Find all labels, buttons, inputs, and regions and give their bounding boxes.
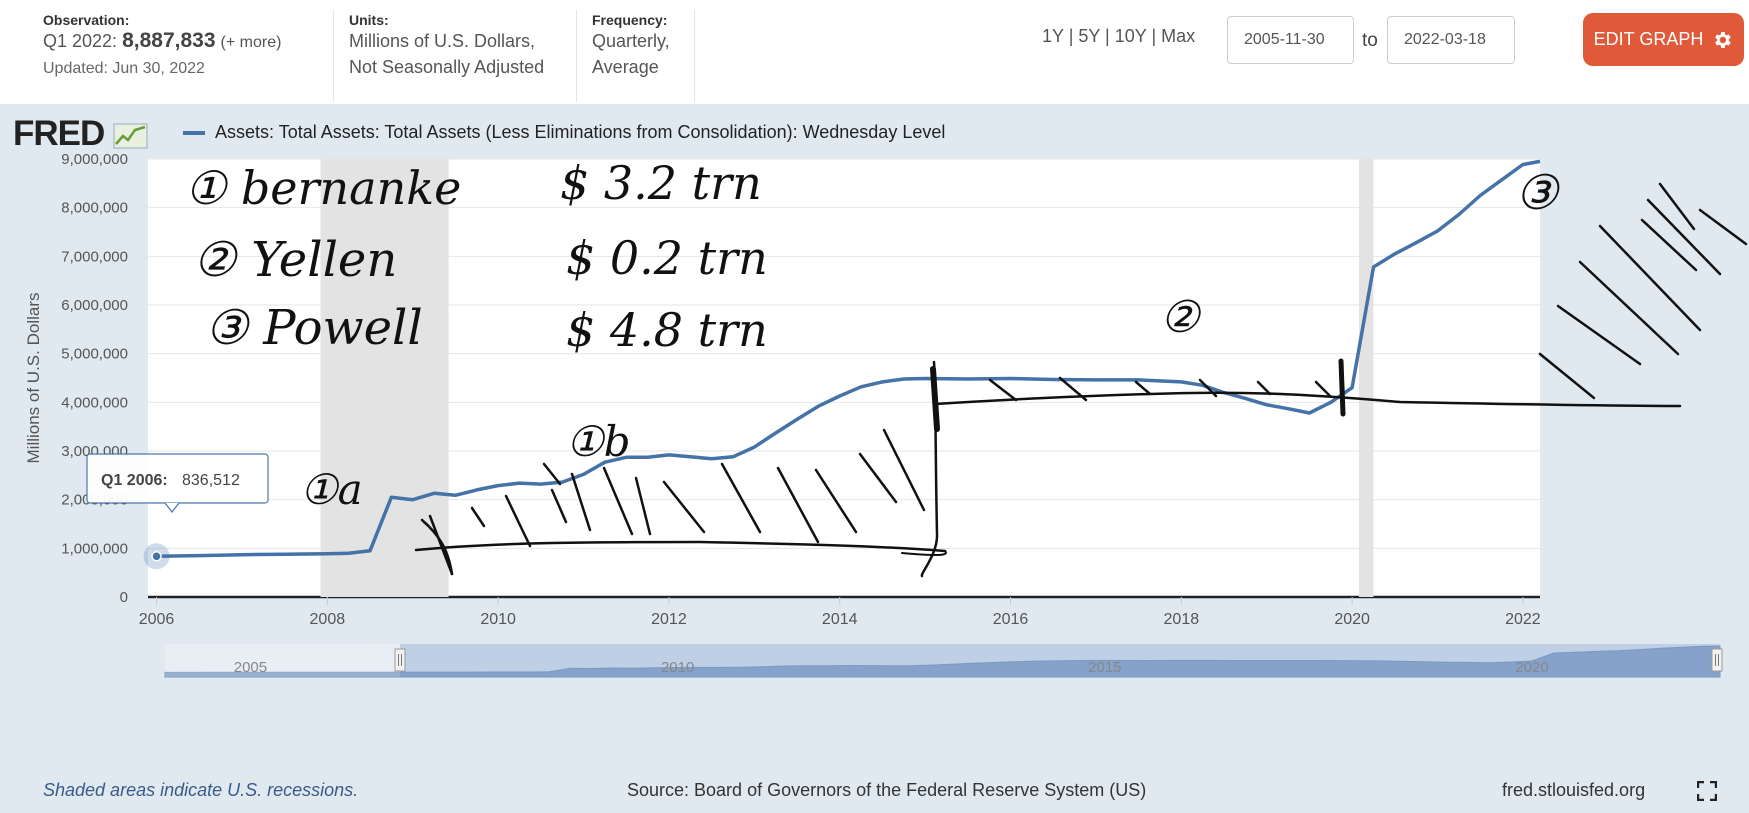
updated-text: Updated: Jun 30, 2022 (43, 60, 205, 77)
date-to-input[interactable]: 2022-03-18 (1387, 16, 1515, 64)
annotation-3: ③ (1515, 165, 1561, 221)
navigator-handle[interactable] (394, 648, 406, 672)
annotation-yellen: ② Yellen (193, 232, 397, 288)
annotation-2: ② (1160, 292, 1202, 343)
divider (694, 10, 695, 102)
annotation-4-8-trn: $ 4.8 trn (566, 303, 768, 357)
frequency-line1: Quarterly, (592, 31, 670, 51)
y-tick-label: 5,000,000 (61, 346, 128, 363)
observation-label: Observation: (43, 12, 130, 28)
annotation-1b: ①b (566, 417, 631, 466)
ink-stroke (1598, 224, 1702, 332)
annotation-0-2-trn: $ 0.2 trn (566, 231, 768, 285)
frequency-block: Frequency: Quarterly, Average (592, 12, 670, 80)
ink-stroke (1640, 218, 1698, 272)
annotation-bernanke: ① bernanke (185, 161, 461, 215)
recession-band (320, 159, 449, 597)
annotation-1a: ①a (300, 465, 363, 514)
x-tick-label: 2008 (310, 611, 346, 628)
ink-stroke (1538, 352, 1596, 400)
ink-stroke (1658, 182, 1696, 231)
source-text: Source: Board of Governors of the Federa… (627, 780, 1147, 800)
header-bar: Observation: Q1 2022: 8,887,833 (+ more)… (0, 0, 1749, 104)
ink-stroke (1578, 260, 1680, 356)
recession-note: Shaded areas indicate U.S. recessions. (43, 780, 359, 800)
y-tick-label: 1,000,000 (61, 540, 128, 557)
x-tick-label: 2012 (651, 611, 687, 628)
navigator-year-label: 2010 (661, 659, 694, 676)
site-link[interactable]: fred.stlouisfed.org (1502, 780, 1645, 801)
edit-graph-label: EDIT GRAPH (1593, 29, 1704, 49)
y-tick-label: 4,000,000 (61, 394, 128, 411)
divider (333, 10, 334, 102)
date-from-input[interactable]: 2005-11-30 (1227, 16, 1354, 64)
y-tick-label: 7,000,000 (61, 248, 128, 265)
tooltip-period: Q1 2006: (101, 472, 168, 489)
to-label: to (1362, 30, 1378, 51)
x-tick-label: 2022 (1505, 611, 1541, 628)
units-label: Units: (349, 12, 389, 28)
observation-more-link[interactable]: (+ more) (221, 34, 282, 51)
y-tick-label: 6,000,000 (61, 297, 128, 314)
navigator-year-label: 2005 (234, 659, 267, 676)
y-tick-label: 9,000,000 (61, 151, 128, 168)
ink-stroke (1556, 304, 1642, 366)
x-tick-label: 2006 (139, 611, 175, 628)
navigator-year-label: 2020 (1515, 659, 1548, 676)
annotation-3-2-trn: $ 3.2 trn (560, 156, 762, 210)
y-tick-label: 0 (120, 589, 128, 606)
observation-block: Observation: Q1 2022: 8,887,833 (+ more)… (43, 12, 281, 82)
chart-panel: FRED Assets: Total Assets: Total Assets … (0, 104, 1749, 813)
recession-band (1358, 159, 1374, 597)
y-tick-label: 8,000,000 (61, 200, 128, 217)
ink-stroke (930, 366, 940, 432)
chart-svg[interactable]: 01,000,0002,000,0003,000,0004,000,0005,0… (0, 104, 1749, 764)
units-line1: Millions of U.S. Dollars, (349, 31, 536, 51)
x-tick-label: 2016 (993, 611, 1029, 628)
ink-stroke (1698, 208, 1748, 246)
tooltip-value: 836,512 (182, 472, 240, 489)
x-tick-label: 2018 (1164, 611, 1200, 628)
x-tick-label: 2010 (480, 611, 516, 628)
range-links[interactable]: 1Y | 5Y | 10Y | Max (1042, 26, 1195, 47)
data-point-marker[interactable] (151, 551, 162, 562)
divider (576, 10, 577, 102)
frequency-line2: Average (592, 57, 659, 77)
x-tick-label: 2020 (1334, 611, 1370, 628)
units-block: Units: Millions of U.S. Dollars, Not Sea… (349, 12, 544, 80)
ink-stroke (1338, 358, 1346, 417)
y-axis-label: Millions of U.S. Dollars (24, 293, 43, 464)
gear-icon (1715, 31, 1732, 48)
x-tick-label: 2014 (822, 611, 858, 628)
annotation-powell: ③ Powell (205, 300, 423, 356)
observation-value: 8,887,833 (122, 29, 216, 52)
navigator-year-label: 2015 (1088, 659, 1121, 676)
edit-graph-button[interactable]: EDIT GRAPH (1583, 13, 1744, 66)
units-line2: Not Seasonally Adjusted (349, 57, 545, 77)
observation-period: Q1 2022: (43, 31, 118, 51)
frequency-label: Frequency: (592, 12, 668, 28)
navigator-handle[interactable] (1711, 648, 1723, 672)
fullscreen-icon[interactable] (1697, 781, 1717, 801)
